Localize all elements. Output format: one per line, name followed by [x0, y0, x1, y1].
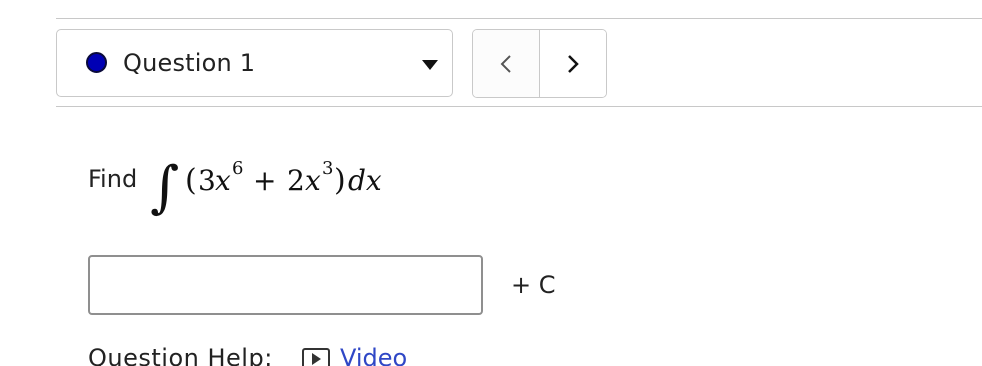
- video-help-link[interactable]: Video: [302, 343, 407, 366]
- question-help-row: Question Help: Video: [88, 343, 407, 366]
- close-paren: ): [334, 163, 346, 198]
- chevron-right-icon: [568, 54, 579, 73]
- plus-operator: +: [253, 164, 276, 197]
- question-nav-buttons: [472, 29, 607, 98]
- term1-coefficient: 3: [198, 164, 216, 197]
- term1-exponent: 6: [232, 158, 243, 179]
- differential: dx: [348, 164, 382, 197]
- term2-exponent: 3: [322, 158, 333, 179]
- section-divider: [56, 106, 982, 107]
- question-status-dot: [86, 52, 107, 73]
- chevron-left-icon: [500, 54, 511, 73]
- previous-question-button[interactable]: [473, 30, 539, 97]
- open-paren: (: [185, 163, 197, 198]
- integral-sign: ∫: [150, 155, 179, 220]
- video-link-label: Video: [340, 344, 408, 366]
- caret-down-icon: [422, 60, 438, 70]
- top-divider: [56, 18, 982, 19]
- question-selector-dropdown[interactable]: Question 1: [56, 29, 453, 97]
- next-question-button[interactable]: [539, 30, 606, 97]
- answer-input[interactable]: [88, 255, 483, 315]
- integral-expression: ∫ ( 3 x 6 + 2 x 3 ) dx: [150, 155, 382, 220]
- question-selector-label: Question 1: [123, 49, 256, 77]
- term2-variable: x: [305, 164, 321, 197]
- term1-variable: x: [215, 164, 231, 197]
- question-help-label: Question Help:: [88, 344, 273, 366]
- problem-prompt: Find: [88, 165, 138, 193]
- play-video-icon: [302, 348, 330, 366]
- term2-coefficient: 2: [287, 164, 305, 197]
- constant-of-integration-label: + C: [511, 271, 556, 299]
